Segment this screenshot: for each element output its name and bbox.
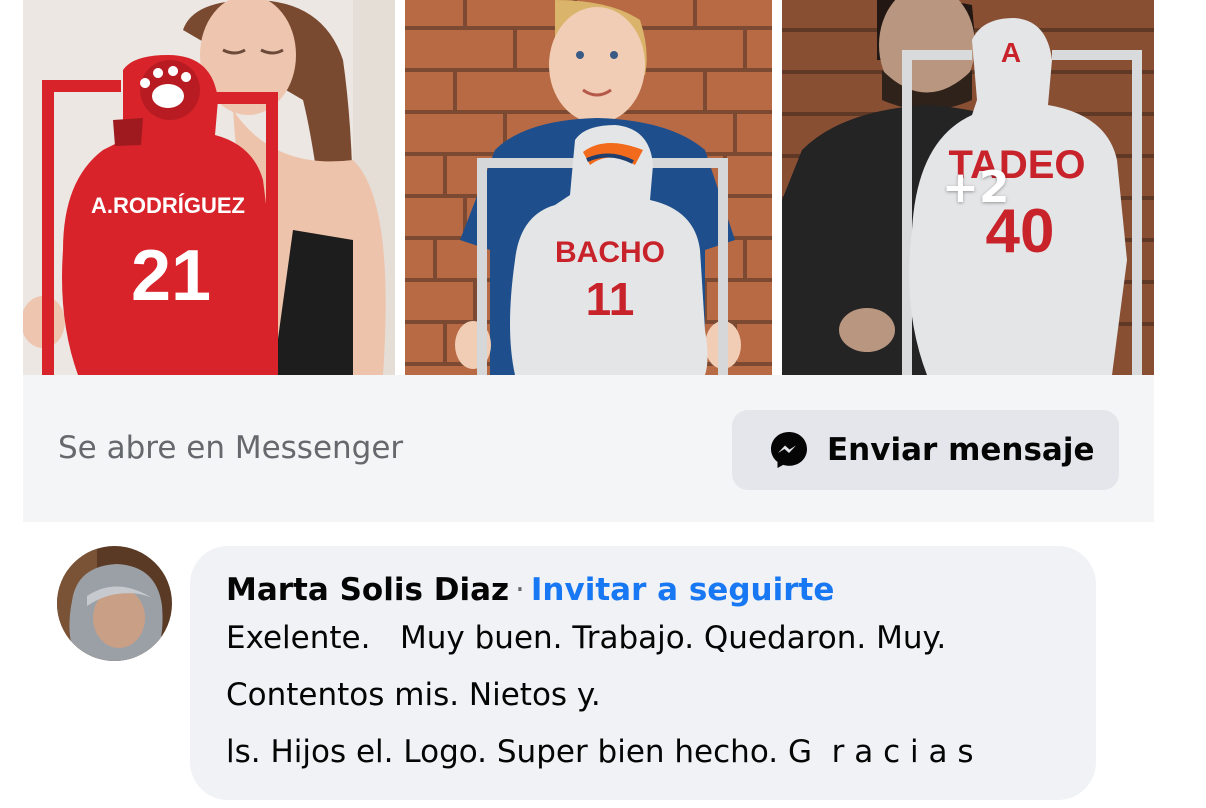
jersey-number-2: 11 <box>586 273 635 325</box>
photo-3[interactable]: A TADEO 40 +2 <box>782 0 1154 375</box>
comment: Marta Solis Diaz · Invitar a seguirte Exel… <box>0 522 1206 808</box>
messenger-cta-bar: Se abre en Messenger Enviar mensaje <box>23 375 1154 522</box>
photo-1[interactable]: A.RODRÍGUEZ 21 <box>23 0 395 375</box>
comment-bubble: Marta Solis Diaz · Invitar a seguirte Exel… <box>190 546 1096 800</box>
invite-follow-link[interactable]: Invitar a seguirte <box>531 572 834 608</box>
opens-in-messenger-text: Se abre en Messenger <box>58 430 404 466</box>
comment-text-line-3: ls. Hijos el. Logo. Super bien hecho. G … <box>226 734 974 770</box>
jersey-number-1: 21 <box>131 236 211 316</box>
avatar[interactable] <box>57 546 172 661</box>
photo-2[interactable]: BACHO 11 <box>405 0 772 375</box>
send-message-button[interactable]: Enviar mensaje <box>732 410 1119 490</box>
helmet-letter: A <box>1001 37 1021 68</box>
jersey-name-1: A.RODRÍGUEZ <box>91 193 245 218</box>
photo-grid: A.RODRÍGUEZ 21 BACHO 11 A TADEO 40 +2 <box>23 0 1154 375</box>
comment-author[interactable]: Marta Solis Diaz <box>226 572 509 608</box>
ad-card: A.RODRÍGUEZ 21 BACHO 11 A TADEO 40 +2 Se… <box>23 0 1154 522</box>
comment-text-line-2: Contentos mis. Nietos y. <box>226 677 601 713</box>
messenger-icon <box>768 429 810 471</box>
separator-dot: · <box>515 572 525 608</box>
more-photos-count[interactable]: +2 <box>942 162 1009 213</box>
comment-header: Marta Solis Diaz · Invitar a seguirte <box>226 572 834 608</box>
comment-text-line-1: Exelente. Muy buen. Trabajo. Quedaron. M… <box>226 620 947 656</box>
jersey-name-2: BACHO <box>555 236 665 269</box>
send-message-label: Enviar mensaje <box>827 432 1095 468</box>
